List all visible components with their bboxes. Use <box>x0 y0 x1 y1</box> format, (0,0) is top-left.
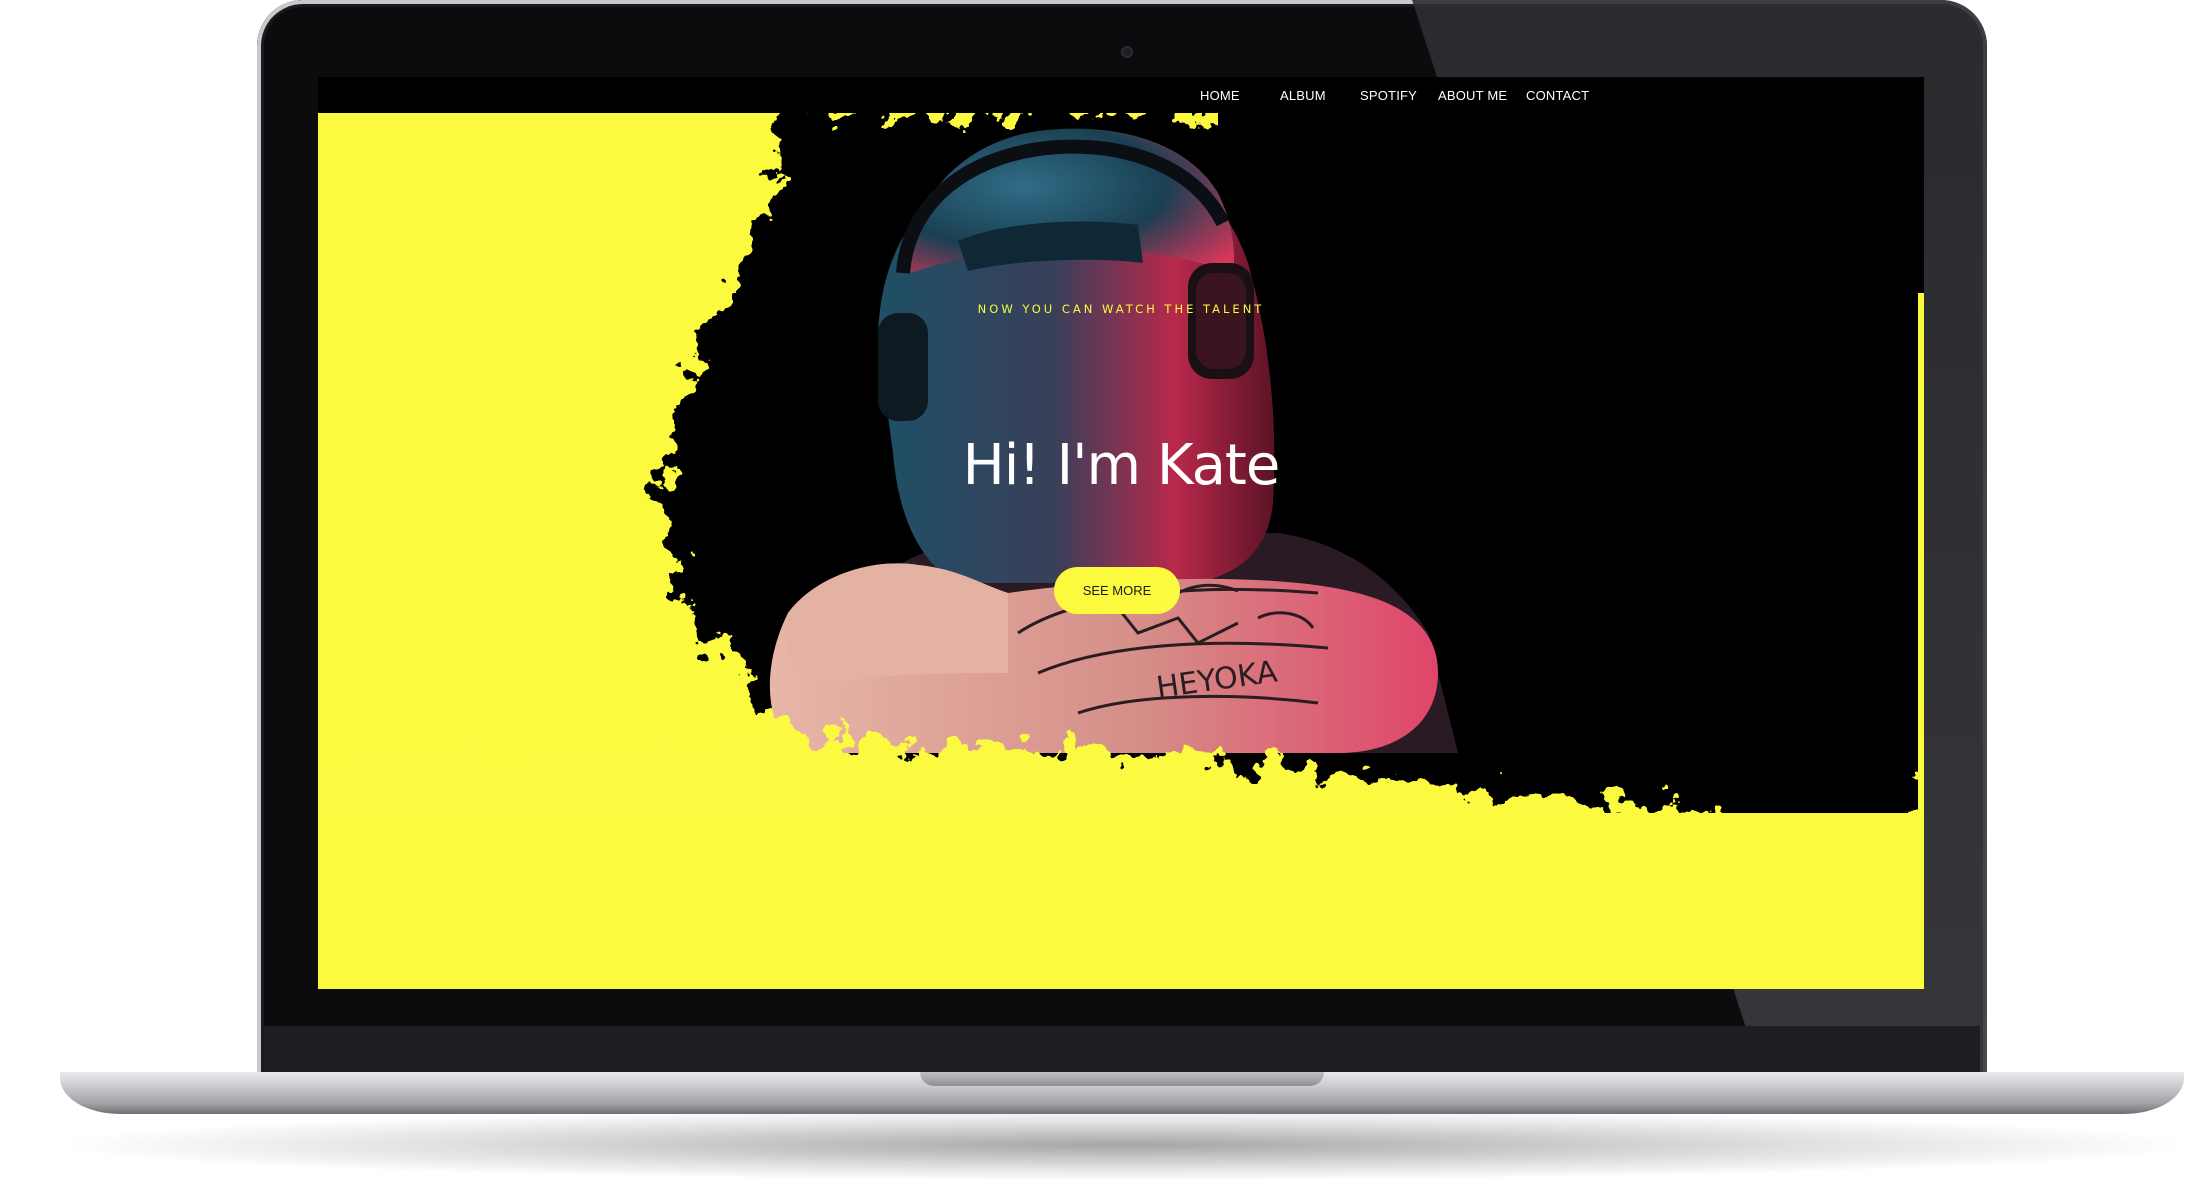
laptop-mockup: HOME ALBUM SPOTIFY ABOUT ME CONTACT HEYO… <box>0 0 2185 1197</box>
website-screen: HOME ALBUM SPOTIFY ABOUT ME CONTACT HEYO… <box>318 77 1924 989</box>
nav-about-link[interactable]: ABOUT ME <box>1438 88 1526 103</box>
see-more-button[interactable]: SEE MORE <box>1054 567 1180 614</box>
nav-home-link[interactable]: HOME <box>1200 88 1280 103</box>
webcam-icon <box>1121 46 1133 58</box>
laptop-notch <box>920 1072 1324 1086</box>
hero-tagline: NOW YOU CAN WATCH THE TALENT <box>977 302 1265 316</box>
nav-contact-link[interactable]: CONTACT <box>1526 88 1596 103</box>
nav-menu: HOME ALBUM SPOTIFY ABOUT ME CONTACT <box>1200 77 1596 113</box>
hero-section: HEYOKA NOW YOU CAN WATCH THE TALENT Hi! … <box>318 113 1924 989</box>
hero-title: Hi! I'm Kate <box>962 433 1281 498</box>
page-scrollbar[interactable] <box>1918 293 1924 989</box>
hero-photo: HEYOKA <box>318 113 1924 989</box>
nav-album-link[interactable]: ALBUM <box>1280 88 1360 103</box>
top-navbar: HOME ALBUM SPOTIFY ABOUT ME CONTACT <box>318 77 1924 113</box>
laptop-shadow <box>70 1110 2180 1180</box>
nav-spotify-link[interactable]: SPOTIFY <box>1360 88 1438 103</box>
laptop-chin <box>264 1026 1980 1078</box>
